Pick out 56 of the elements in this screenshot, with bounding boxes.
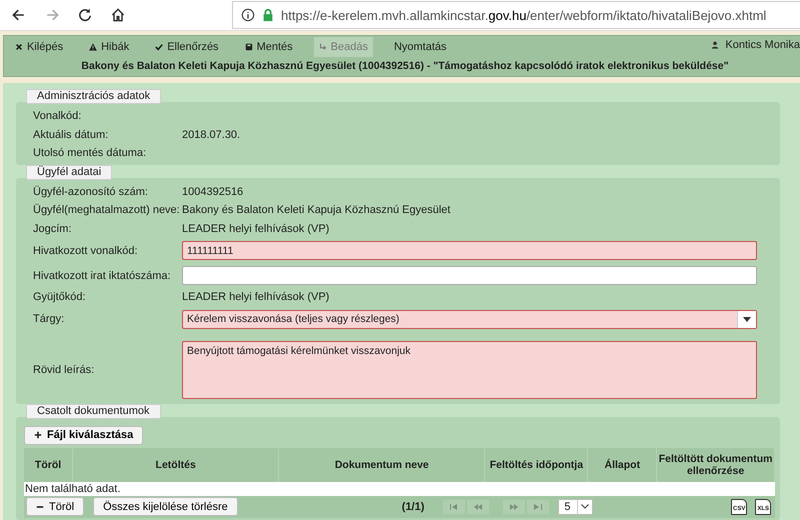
dropdown-field[interactable]: Kérelem visszavonása (teljes vagy részleges) xyxy=(182,310,757,328)
field-value: 1004392516 xyxy=(182,186,244,198)
field-label: Aktuális dátum: xyxy=(33,128,110,141)
arrow-icon xyxy=(318,43,327,51)
field-label: Gyüjtőkód: xyxy=(33,291,87,304)
close-icon xyxy=(15,43,23,51)
field-label: Utolsó mentés dátuma: xyxy=(33,147,148,160)
field-label: Tárgy: xyxy=(33,313,66,325)
toolbar-button[interactable]: Ellenőrzés xyxy=(150,37,224,57)
caret-icon xyxy=(743,316,751,322)
toolbar-button[interactable]: Mentés xyxy=(240,37,298,57)
lock-icon xyxy=(261,8,275,22)
form-title: Bakony és Balaton Keleti Kapuja Közhasznú Egyesület (1004392516) - "Támogatáshoz kapcsolódó iratok elektronikus beküldése" xyxy=(80,59,730,72)
field-value: Bakony és Balaton Keleti Kapuja Közhasznú Egyesület xyxy=(182,204,450,216)
field-value: 2018.07.30. xyxy=(182,128,240,141)
field-label: Vonalkód: xyxy=(33,110,82,122)
delete-button[interactable]: Töröl xyxy=(26,497,84,516)
input-field[interactable] xyxy=(182,266,757,285)
field-value: LEADER helyi felhívások (VP) xyxy=(182,291,330,304)
previous-page-icon xyxy=(474,504,482,510)
check-icon xyxy=(155,43,164,51)
section-legend: Adminisztrációs adatok xyxy=(26,89,162,104)
page-indicator: (1/1) xyxy=(402,500,424,512)
back-icon[interactable] xyxy=(11,7,27,23)
section-legend: Ügyfél adatai xyxy=(26,164,112,180)
section-legend: Csatolt dokumentumok xyxy=(26,404,160,418)
warning-icon xyxy=(89,43,98,51)
home-icon[interactable] xyxy=(110,7,126,23)
text-area[interactable]: Benyújtott támogatási kérelmünket visszavonjuk xyxy=(182,340,757,398)
first-page-icon xyxy=(450,504,458,510)
address-bar[interactable]: https://e-kerelem.mvh.allamkincstar.gov.hu/enter/webform/iktato/hivataliBejovo.xhtml xyxy=(232,1,800,29)
field-label: Ügyfél-azonosító szám: xyxy=(33,186,149,198)
info-icon[interactable] xyxy=(241,8,255,22)
field-value: LEADER helyi felhívások (VP) xyxy=(182,222,330,235)
next-page-icon xyxy=(510,504,518,510)
page-size-dropdown[interactable]: 5 xyxy=(558,498,593,514)
clear-selection-button[interactable]: Összes kijelölése törlésre xyxy=(93,497,238,516)
field-label: Hivatkozott irat iktatószáma: xyxy=(33,270,172,282)
input-field[interactable]: 111111111 xyxy=(182,241,757,260)
upload-button[interactable]: Fájl kiválasztása xyxy=(24,426,144,444)
empty-message: Nem található adat. xyxy=(24,482,775,496)
plus-icon xyxy=(34,431,42,439)
toolbar-button[interactable]: Kilépés xyxy=(10,37,68,57)
toolbar-button[interactable]: Nyomtatás xyxy=(388,37,452,57)
reload-icon[interactable] xyxy=(77,7,93,23)
toolbar-button[interactable]: Hibák xyxy=(84,37,134,57)
chevron-icon xyxy=(580,504,589,509)
field-label: Jogcím: xyxy=(33,222,73,235)
url-text: https://e-kerelem.mvh.allamkincstar.gov.hu/enter/webform/iktato/hivataliBejovo.xhtml xyxy=(281,8,766,22)
save-icon xyxy=(244,43,253,51)
field-label: Rövid leírás: xyxy=(33,364,96,376)
user-name: Kontics Monika xyxy=(725,39,800,51)
field-label: Hivatkozott vonalkód: xyxy=(33,244,139,256)
last-page-icon xyxy=(534,504,542,510)
user-icon xyxy=(711,41,720,49)
field-label: Ügyfél(meghatalmazott) neve: xyxy=(33,204,181,216)
